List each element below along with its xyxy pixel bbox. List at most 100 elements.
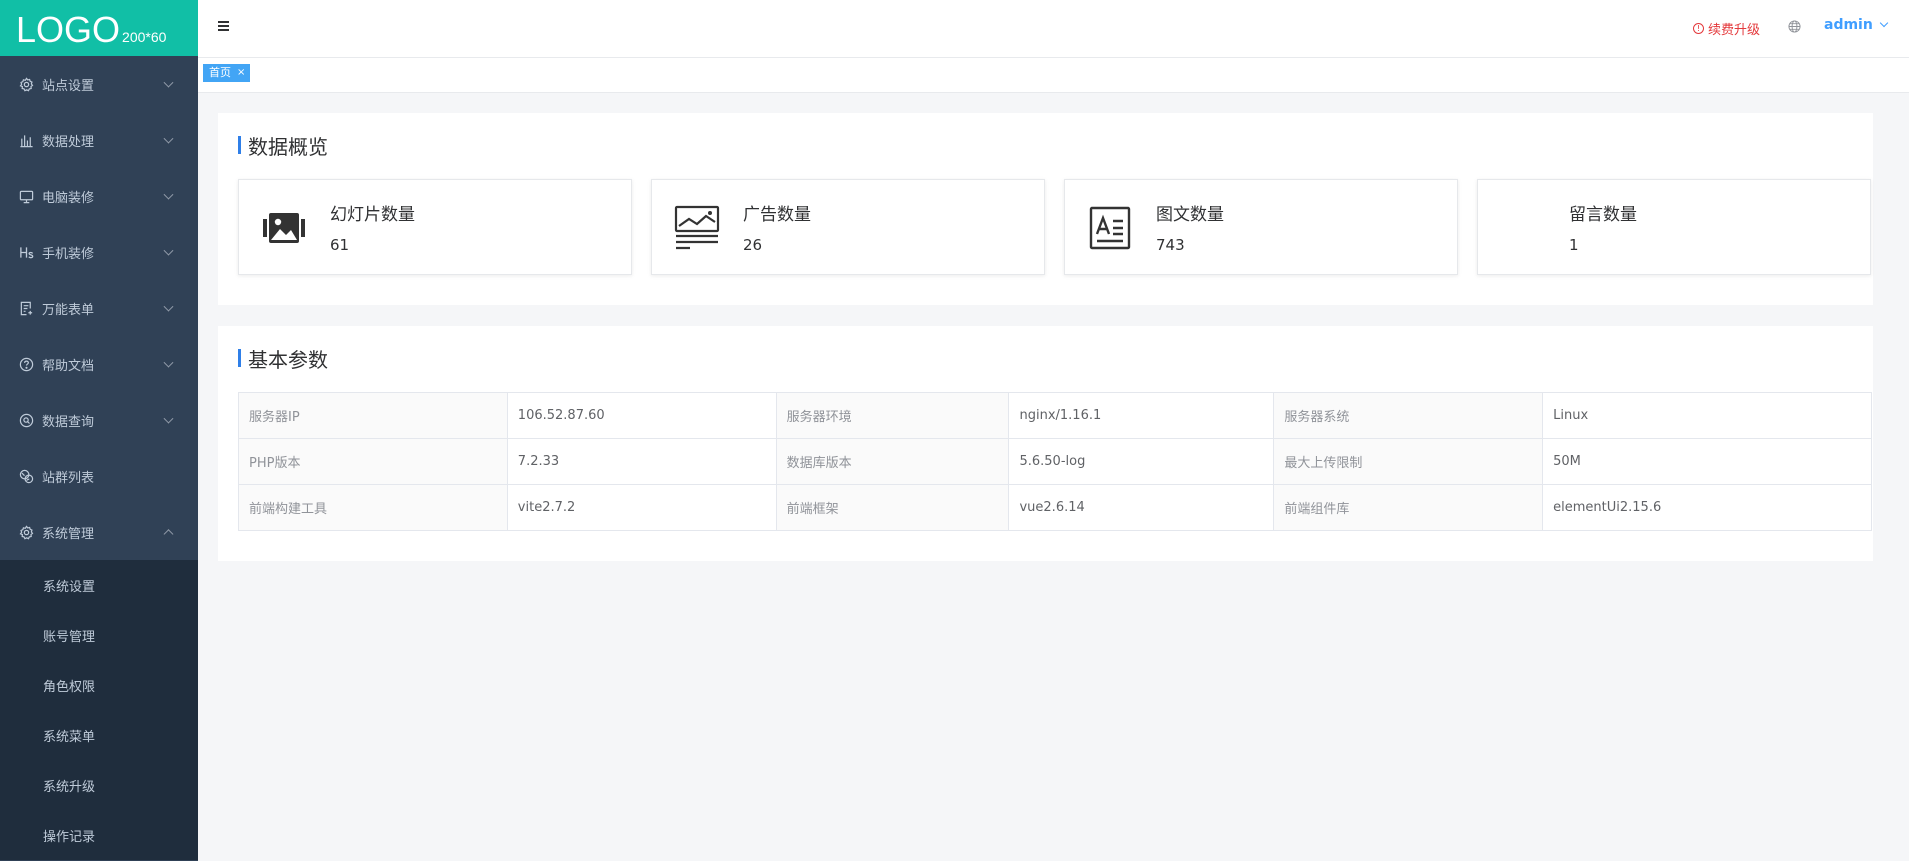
stat-card-messages[interactable]: 留言数量 1 [1477,179,1871,275]
chevron-down-icon [163,189,174,200]
tab-label: 首页 [209,66,231,79]
user-menu[interactable]: admin [1824,17,1889,33]
monitor-icon [18,188,34,204]
param-key: 服务器环境 [775,392,1010,439]
param-key: 前端框架 [775,484,1010,531]
gear-icon [18,524,34,540]
param-key: PHP版本 [238,438,508,485]
sidebar-item-label: 电脑装修 [42,190,95,206]
submenu-item-role-permissions[interactable]: 角色权限 [0,660,198,710]
table-row: 前端构建工具 vite2.7.2 前端框架 vue2.6.14 前端组件库 el… [238,484,1872,531]
stat-value: 61 [330,236,350,254]
stat-value: 26 [743,236,763,254]
panel-title: 数据概览 [238,135,328,159]
submenu-item-operation-log[interactable]: 操作记录 [0,810,198,860]
sidebar-item-label: 站群列表 [42,470,95,486]
param-value: 5.6.50-log [1008,438,1275,485]
stat-card-slides[interactable]: 幻灯片数量 61 [238,179,632,275]
close-icon[interactable]: × [237,64,245,82]
param-value: nginx/1.16.1 [1008,392,1275,439]
sidebar-item-mobile-decoration[interactable]: 手机装修 [0,224,198,280]
submenu-item-account-management[interactable]: 账号管理 [0,610,198,660]
message-icon [1499,204,1547,252]
chevron-down-icon [163,301,174,312]
sidebar-item-help-docs[interactable]: 帮助文档 [0,336,198,392]
param-key: 最大上传限制 [1273,438,1544,485]
data-overview-panel: 数据概览 幻灯片数量 61 广告数量 26 图文数量 743 留言数量 1 [218,113,1873,305]
system-submenu: 系统设置 账号管理 角色权限 系统菜单 系统升级 操作记录 [0,560,198,860]
param-value: Linux [1542,392,1872,439]
ad-icon [674,205,720,250]
stat-card-articles[interactable]: 图文数量 743 [1064,179,1458,275]
chevron-down-icon [163,77,174,88]
sidebar-item-pc-decoration[interactable]: 电脑装修 [0,168,198,224]
chevron-up-icon [163,529,174,540]
submenu-item-system-settings[interactable]: 系统设置 [0,560,198,610]
chevron-down-icon [163,357,174,368]
sidebar-item-site-settings[interactable]: 站点设置 [0,56,198,112]
param-value: elementUi2.15.6 [1542,484,1872,531]
search-circle-icon [18,412,34,428]
sidebar-item-data-processing[interactable]: 数据处理 [0,112,198,168]
tab-home[interactable]: 首页 × [203,64,251,82]
stat-label: 留言数量 [1569,205,1637,225]
article-icon [1089,206,1131,250]
chevron-down-icon [163,245,174,256]
basic-params-panel: 基本参数 服务器IP 106.52.87.60 服务器环境 nginx/1.16… [218,326,1873,561]
logo-text: LOGO [16,9,121,50]
table-row: 服务器IP 106.52.87.60 服务器环境 nginx/1.16.1 服务… [238,392,1872,439]
heading-icon [18,244,34,260]
sidebar: LOGO 200*60 站点设置 数据处理 电脑装修 手机装修 万能表单 帮助文… [0,0,198,861]
param-key: 服务器系统 [1273,392,1544,439]
title-accent-bar [238,136,241,154]
sidebar-item-label: 数据处理 [42,134,95,150]
param-value: 50M [1542,438,1872,485]
sidebar-item-label: 帮助文档 [42,358,95,374]
logo-size: 200*60 [122,29,167,45]
sidebar-item-label: 万能表单 [42,302,95,318]
stat-value: 743 [1156,236,1185,254]
logo[interactable]: LOGO 200*60 [0,0,198,56]
param-value: vite2.7.2 [506,484,777,531]
language-globe-icon[interactable] [1788,20,1801,33]
chevron-down-icon [163,133,174,144]
tabs-bar: 首页 × [198,58,1909,93]
params-table: 服务器IP 106.52.87.60 服务器环境 nginx/1.16.1 服务… [238,392,1872,531]
param-key: 服务器IP [238,392,508,439]
sidebar-item-data-query[interactable]: 数据查询 [0,392,198,448]
param-key: 前端构建工具 [238,484,508,531]
title-accent-bar [238,349,241,367]
param-value: vue2.6.14 [1008,484,1275,531]
slides-icon [263,213,305,243]
sidebar-item-system-management[interactable]: 系统管理 [0,504,198,560]
chevron-down-icon [163,413,174,424]
question-icon [18,356,34,372]
stat-label: 幻灯片数量 [330,205,415,225]
param-value: 106.52.87.60 [506,392,777,439]
param-key: 数据库版本 [775,438,1010,485]
submenu-item-system-menu[interactable]: 系统菜单 [0,710,198,760]
panel-title: 基本参数 [238,348,328,372]
sidebar-item-label: 数据查询 [42,414,95,430]
menu-toggle-icon[interactable] [218,21,229,31]
warning-icon: ! [1693,23,1704,34]
stat-card-ads[interactable]: 广告数量 26 [651,179,1045,275]
chevron-down-icon [1879,18,1889,28]
submenu-item-system-upgrade[interactable]: 系统升级 [0,760,198,810]
sidebar-item-site-group-list[interactable]: 站群列表 [0,448,198,504]
renew-upgrade-label: 续费升级 [1708,23,1761,38]
param-value: 7.2.33 [506,438,777,485]
user-name: admin [1824,17,1873,33]
top-header: ! 续费升级 admin [198,0,1909,58]
param-key: 前端组件库 [1273,484,1544,531]
stat-label: 图文数量 [1156,205,1224,225]
sidebar-item-label: 站点设置 [42,78,95,94]
bar-chart-icon [18,132,34,148]
sidebar-item-universal-form[interactable]: 万能表单 [0,280,198,336]
gear-icon [18,76,34,92]
sidebar-item-label: 系统管理 [42,526,95,542]
table-row: PHP版本 7.2.33 数据库版本 5.6.50-log 最大上传限制 50M [238,438,1872,485]
sidebar-item-label: 手机装修 [42,246,95,262]
renew-upgrade-link[interactable]: ! 续费升级 [1693,19,1760,38]
stat-value: 1 [1569,236,1579,254]
